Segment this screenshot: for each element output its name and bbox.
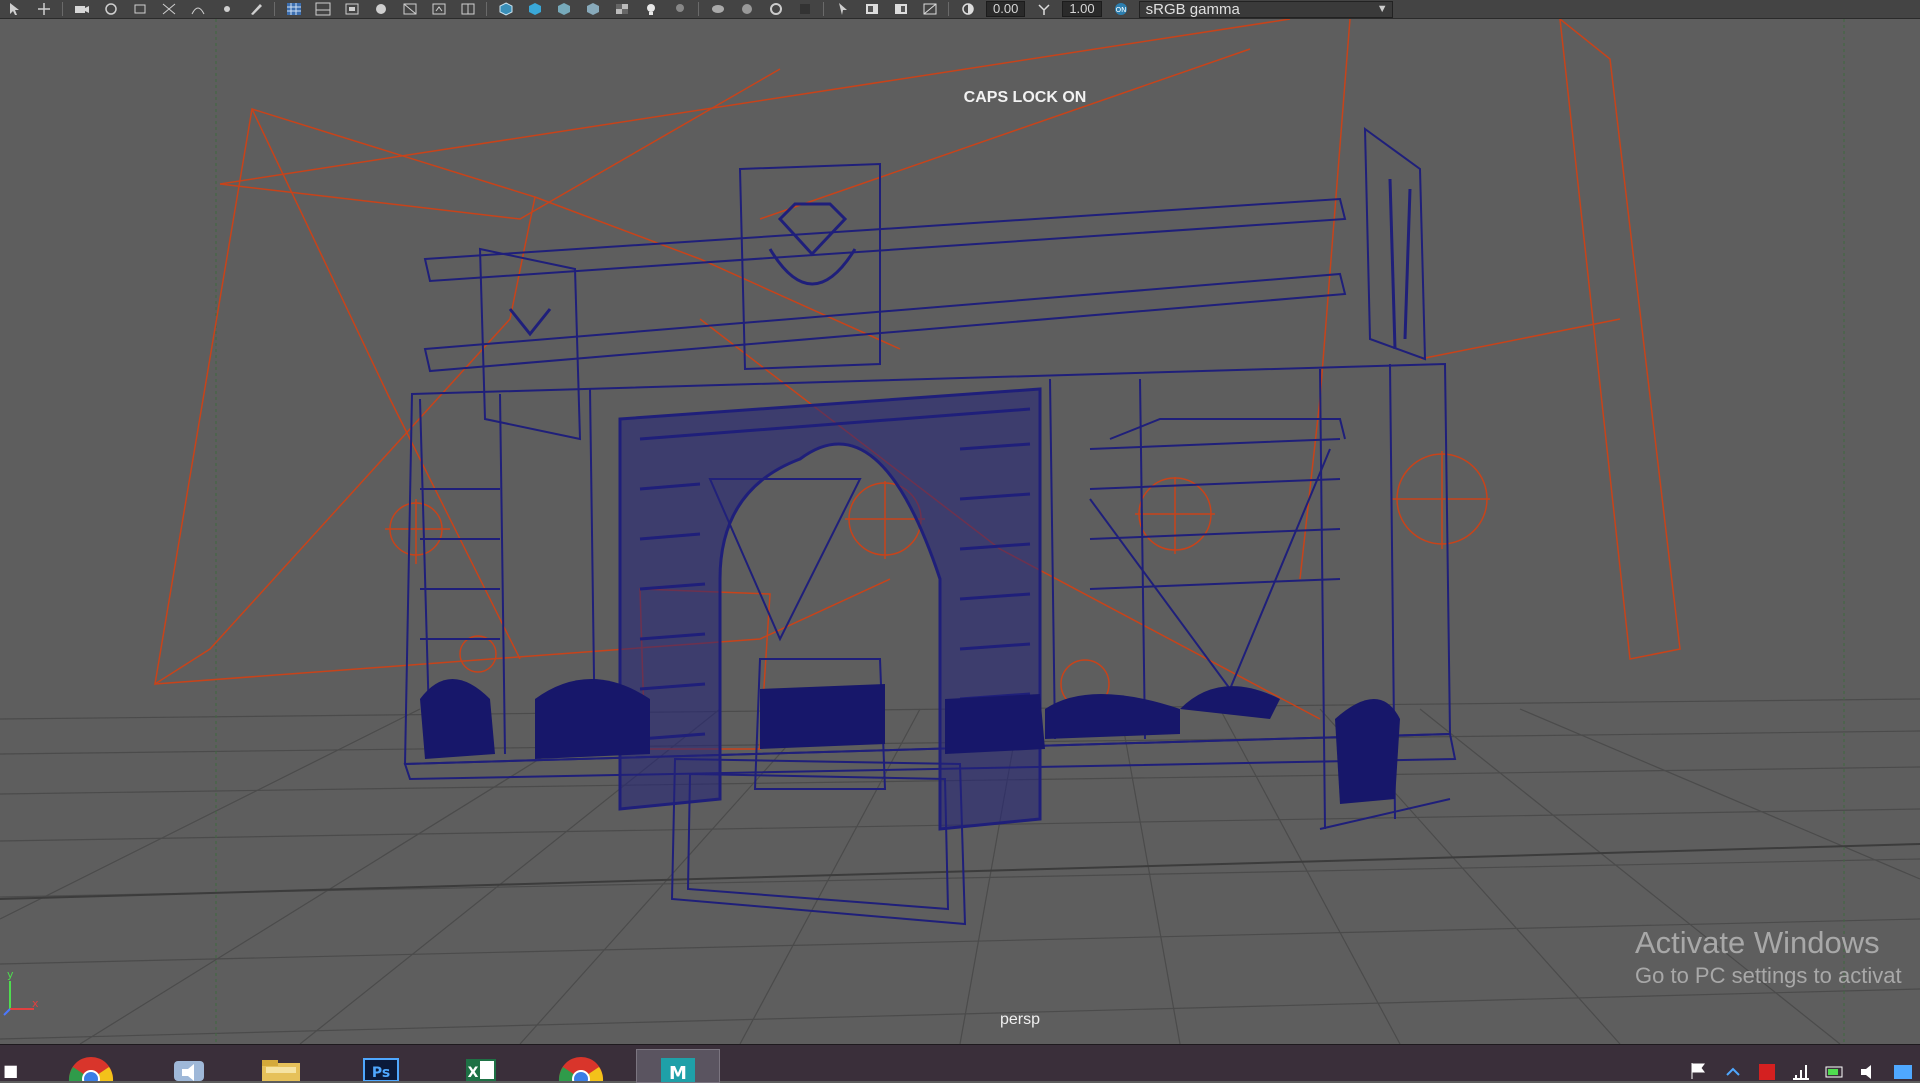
backface-icon[interactable] — [582, 1, 604, 17]
perspective-viewport[interactable]: CAPS LOCK ON persp y x Activate Windows … — [0, 19, 1920, 1044]
activate-windows-watermark: Activate Windows Go to PC settings to ac… — [1635, 924, 1902, 990]
film-gate-icon[interactable] — [890, 1, 912, 17]
color-space-select[interactable]: sRGB gamma ▼ — [1138, 0, 1393, 18]
snap-point-icon[interactable] — [216, 1, 238, 17]
shadows-icon[interactable] — [669, 1, 691, 17]
isolate-icon[interactable] — [495, 1, 517, 17]
taskbar-excel[interactable]: X — [440, 1049, 522, 1081]
toolbar-divider — [823, 2, 824, 16]
chevron-up-icon[interactable] — [1722, 1061, 1744, 1081]
chrome-icon — [559, 1057, 603, 1081]
furniture — [420, 679, 1400, 804]
hud-icon[interactable] — [861, 1, 883, 17]
chevron-down-icon: ▼ — [1376, 2, 1388, 15]
color-management-badge: ON — [1115, 6, 1126, 14]
toolbar-divider — [948, 2, 949, 16]
scale-icon[interactable] — [129, 1, 151, 17]
gamma-icon[interactable] — [1033, 1, 1055, 17]
safe-frame-icon[interactable] — [428, 1, 450, 17]
camera-name-label: persp — [999, 1011, 1041, 1028]
exposure-icon[interactable] — [957, 1, 979, 17]
grid-axis-line — [0, 843, 1920, 900]
maya-icon: M — [661, 1058, 695, 1082]
snap-curve-icon[interactable] — [187, 1, 209, 17]
network-icon[interactable] — [1790, 1061, 1812, 1081]
lights-icon[interactable] — [640, 1, 662, 17]
exposure-field[interactable]: 0.00 — [986, 1, 1026, 17]
move-icon[interactable] — [33, 1, 55, 17]
shaded-icon[interactable] — [341, 1, 363, 17]
photoshop-icon: Ps — [363, 1058, 399, 1081]
folder-icon — [262, 1060, 300, 1081]
snap-grid-icon[interactable] — [158, 1, 180, 17]
lattice-arch — [618, 387, 1042, 831]
taskbar-photoshop[interactable]: Ps — [340, 1049, 422, 1081]
xray-joints-icon[interactable] — [553, 1, 575, 17]
axis-y-label: y — [7, 968, 14, 981]
svg-text:M: M — [669, 1063, 687, 1082]
antialias-icon[interactable] — [765, 1, 787, 17]
motion-blur-icon[interactable] — [707, 1, 729, 17]
ambient-occlusion-icon[interactable] — [736, 1, 758, 17]
status-toolbar: 0.00 1.00 ON sRGB gamma ▼ — [0, 0, 1920, 19]
toolbar-divider — [486, 2, 487, 16]
sign-logos — [508, 178, 1412, 350]
gamma-field[interactable]: 1.00 — [1062, 1, 1102, 17]
toolbar-divider — [274, 2, 275, 16]
taskbar: Ps X M — [0, 1044, 1920, 1083]
textured-icon[interactable] — [370, 1, 392, 17]
speaker-icon — [174, 1061, 204, 1081]
select-icon[interactable] — [4, 1, 26, 17]
grid-icon[interactable] — [283, 1, 305, 17]
axis-gizmo: y x — [0, 959, 50, 1024]
excel-icon: X — [466, 1059, 496, 1081]
svg-text:X: X — [468, 1065, 479, 1081]
caps-lock-notice: CAPS LOCK ON — [963, 89, 1087, 106]
activate-windows-subtitle: Go to PC settings to activat — [1635, 963, 1902, 988]
xray-icon[interactable] — [524, 1, 546, 17]
gate-mask-icon[interactable] — [919, 1, 941, 17]
depth-of-field-icon[interactable] — [794, 1, 816, 17]
axis-x-label: x — [32, 997, 39, 1010]
wireframe-icon[interactable] — [312, 1, 334, 17]
flag-icon[interactable] — [1688, 1061, 1710, 1081]
taskbar-chrome[interactable] — [50, 1049, 132, 1081]
taskbar-media-player[interactable] — [148, 1049, 230, 1081]
keyboard-icon[interactable] — [1892, 1061, 1914, 1081]
battery-icon[interactable] — [1824, 1061, 1846, 1081]
field-chart-icon[interactable] — [457, 1, 479, 17]
activate-windows-title: Activate Windows — [1635, 925, 1880, 960]
rotate-icon[interactable] — [100, 1, 122, 17]
color-space-value: sRGB gamma — [1145, 0, 1240, 18]
toolbar-divider — [62, 2, 63, 16]
taskbar-chrome-2[interactable] — [540, 1049, 622, 1081]
resolution-gate-icon[interactable] — [399, 1, 421, 17]
cursor-icon[interactable] — [832, 1, 854, 17]
scene-wireframe[interactable] — [0, 19, 1920, 1044]
light-rig — [153, 19, 1681, 750]
pen-icon[interactable] — [245, 1, 267, 17]
color-management-icon[interactable]: ON — [1110, 1, 1132, 17]
taskbar-maya[interactable]: M — [636, 1049, 720, 1083]
volume-icon[interactable] — [1858, 1061, 1880, 1081]
camera-icon[interactable] — [71, 1, 93, 17]
antivirus-icon[interactable] — [1756, 1061, 1778, 1081]
svg-text:Ps: Ps — [372, 1065, 390, 1081]
start-button[interactable] — [0, 1049, 26, 1081]
system-tray — [1682, 1049, 1920, 1081]
chrome-icon — [69, 1057, 113, 1081]
taskbar-file-explorer[interactable] — [240, 1049, 322, 1081]
checker-icon[interactable] — [611, 1, 633, 17]
toolbar-divider — [698, 2, 699, 16]
